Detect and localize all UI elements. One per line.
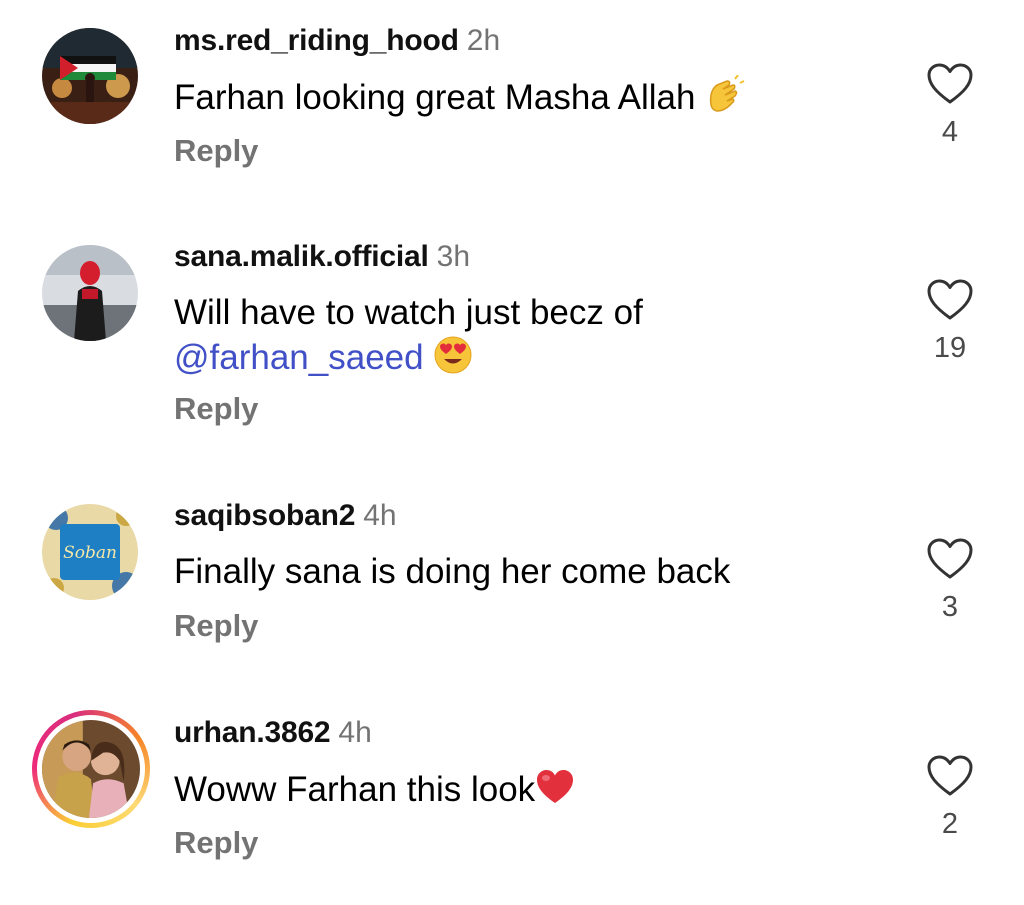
comment-meta: sana.malik.official 3h: [174, 240, 470, 274]
comment-body: Finally sana is doing her come back: [174, 552, 731, 591]
comment-text: Farhan looking great Masha Allah: [174, 75, 894, 120]
avatar-image: [42, 720, 140, 818]
username[interactable]: ms.red_riding_hood: [174, 24, 459, 57]
username[interactable]: urhan.3862: [174, 716, 331, 749]
avatar-image: [42, 245, 138, 341]
timestamp: 4h: [338, 716, 372, 749]
like-count: 2: [941, 808, 959, 840]
avatar-image: Soban: [42, 504, 138, 600]
reply-button[interactable]: Reply: [174, 608, 258, 644]
like-control: 4: [922, 62, 978, 148]
heart-icon[interactable]: [926, 62, 974, 106]
heart-icon[interactable]: [926, 754, 974, 798]
comment-body: Woww Farhan this look: [174, 770, 536, 809]
red-heart-emoji: [537, 770, 574, 803]
like-count: 19: [933, 332, 967, 364]
timestamp: 3h: [436, 240, 471, 273]
reply-button[interactable]: Reply: [174, 133, 258, 169]
comment-text: Woww Farhan this look: [174, 767, 894, 812]
comment-body: Farhan looking great Masha Allah: [174, 78, 696, 117]
avatar-story-ring[interactable]: [32, 710, 150, 828]
like-control: 19: [922, 278, 978, 364]
username[interactable]: saqibsoban2: [174, 499, 355, 532]
heart-icon[interactable]: [926, 537, 974, 581]
avatar[interactable]: [42, 245, 138, 341]
like-count: 4: [941, 116, 959, 148]
comment-meta: ms.red_riding_hood 2h: [174, 24, 500, 58]
comment-text: Finally sana is doing her come back: [174, 550, 894, 594]
avatar: [42, 720, 140, 818]
like-count: 3: [941, 591, 959, 623]
comment-text: Will have to watch just becz of @farhan_…: [174, 291, 894, 380]
avatar-text: Soban: [63, 543, 117, 563]
avatar[interactable]: [42, 28, 138, 124]
timestamp: 2h: [466, 24, 501, 57]
avatar-image: [42, 28, 138, 124]
timestamp: 4h: [363, 499, 397, 532]
comment-body: Will have to watch just becz of: [174, 293, 643, 332]
comment-meta: urhan.3862 4h: [174, 716, 372, 750]
mention-link[interactable]: @farhan_saeed: [174, 338, 424, 377]
like-control: 2: [922, 754, 978, 840]
avatar-ring-gap: [37, 715, 145, 823]
avatar[interactable]: Soban: [42, 504, 138, 600]
like-control: 3: [922, 537, 978, 623]
comment-meta: saqibsoban2 4h: [174, 499, 397, 533]
clapping-hands-emoji: [710, 75, 745, 112]
reply-button[interactable]: Reply: [174, 825, 258, 861]
heart-icon[interactable]: [926, 278, 974, 322]
username[interactable]: sana.malik.official: [174, 240, 429, 273]
reply-button[interactable]: Reply: [174, 391, 258, 427]
heart-eyes-emoji: [434, 336, 472, 374]
